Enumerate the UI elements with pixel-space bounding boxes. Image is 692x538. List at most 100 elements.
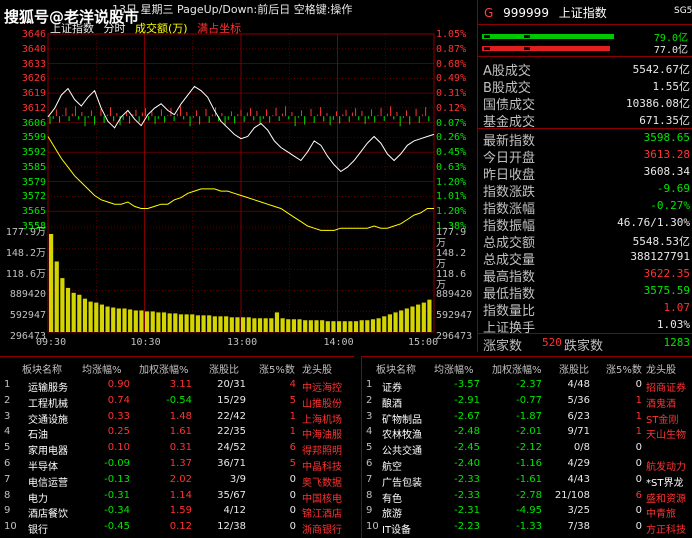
- avg-change[interactable]: -3.57: [436, 379, 480, 390]
- weighted-change[interactable]: -1.33: [498, 521, 542, 532]
- weighted-change[interactable]: 1.37: [148, 458, 192, 469]
- weighted-change[interactable]: -1.87: [498, 411, 542, 422]
- row-number[interactable]: 10: [4, 521, 17, 532]
- avg-change[interactable]: -2.48: [436, 426, 480, 437]
- avg-change[interactable]: -2.67: [436, 411, 480, 422]
- weighted-change[interactable]: 0.12: [148, 521, 192, 532]
- weighted-change[interactable]: 1.48: [148, 411, 192, 422]
- weighted-change[interactable]: -2.12: [498, 442, 542, 453]
- limit-up-count[interactable]: 0: [252, 505, 296, 516]
- weighted-change[interactable]: -4.95: [498, 505, 542, 516]
- up-ratio[interactable]: 22/35: [202, 426, 246, 437]
- limit-up-count[interactable]: 5: [252, 395, 296, 406]
- row-number[interactable]: 10: [366, 521, 379, 532]
- sector-name[interactable]: 运输服务: [28, 379, 68, 394]
- up-ratio[interactable]: 4/43: [546, 474, 590, 485]
- column-header[interactable]: 均涨幅%: [82, 361, 122, 376]
- leader-stock[interactable]: 航发动力: [646, 458, 686, 473]
- leader-stock[interactable]: 锦江酒店: [302, 505, 342, 520]
- intraday-chart[interactable]: [0, 0, 474, 352]
- up-ratio[interactable]: 7/38: [546, 521, 590, 532]
- avg-change[interactable]: -2.33: [436, 490, 480, 501]
- leader-stock[interactable]: 方正科技: [646, 521, 686, 536]
- up-ratio[interactable]: 24/52: [202, 442, 246, 453]
- avg-change[interactable]: -2.33: [436, 474, 480, 485]
- column-header[interactable]: 龙头股: [302, 361, 332, 376]
- avg-change[interactable]: -2.91: [436, 395, 480, 406]
- sector-name[interactable]: IT设备: [382, 521, 411, 536]
- sector-name[interactable]: 旅游: [382, 505, 402, 520]
- column-header[interactable]: 龙头股: [646, 361, 676, 376]
- leader-stock[interactable]: 得邦照明: [302, 442, 342, 457]
- up-ratio[interactable]: 15/29: [202, 395, 246, 406]
- avg-change[interactable]: 0.90: [86, 379, 130, 390]
- limit-up-count[interactable]: 6: [252, 442, 296, 453]
- avg-change[interactable]: -0.45: [86, 521, 130, 532]
- weighted-change[interactable]: -1.61: [498, 474, 542, 485]
- row-number[interactable]: 2: [366, 395, 372, 406]
- sector-name[interactable]: 证券: [382, 379, 402, 394]
- avg-change[interactable]: -2.45: [436, 442, 480, 453]
- sector-name[interactable]: 石油: [28, 426, 48, 441]
- limit-up-count[interactable]: 0: [598, 379, 642, 390]
- column-header[interactable]: 涨股比: [559, 361, 589, 376]
- weighted-change[interactable]: 1.14: [148, 490, 192, 501]
- weighted-change[interactable]: -1.16: [498, 458, 542, 469]
- sector-name[interactable]: 农林牧渔: [382, 426, 422, 441]
- row-number[interactable]: 3: [4, 411, 10, 422]
- row-number[interactable]: 6: [4, 458, 10, 469]
- avg-change[interactable]: -0.09: [86, 458, 130, 469]
- row-number[interactable]: 9: [366, 505, 372, 516]
- sector-name[interactable]: 电力: [28, 490, 48, 505]
- limit-up-count[interactable]: 0: [252, 490, 296, 501]
- sector-name[interactable]: 半导体: [28, 458, 58, 473]
- weighted-change[interactable]: 3.11: [148, 379, 192, 390]
- up-ratio[interactable]: 20/31: [202, 379, 246, 390]
- avg-change[interactable]: -0.13: [86, 474, 130, 485]
- sector-name[interactable]: 酿酒: [382, 395, 402, 410]
- sector-name[interactable]: 银行: [28, 521, 48, 536]
- limit-up-count[interactable]: 0: [598, 505, 642, 516]
- weighted-change[interactable]: 0.31: [148, 442, 192, 453]
- sector-name[interactable]: 矿物制品: [382, 411, 422, 426]
- up-ratio[interactable]: 0/8: [546, 442, 590, 453]
- up-ratio[interactable]: 12/38: [202, 521, 246, 532]
- avg-change[interactable]: -0.34: [86, 505, 130, 516]
- avg-change[interactable]: -0.31: [86, 490, 130, 501]
- up-ratio[interactable]: 4/48: [546, 379, 590, 390]
- row-number[interactable]: 8: [366, 490, 372, 501]
- sector-name[interactable]: 电信运营: [28, 474, 68, 489]
- avg-change[interactable]: 0.74: [86, 395, 130, 406]
- column-header[interactable]: 加权涨幅%: [492, 361, 542, 376]
- leader-stock[interactable]: 浙商银行: [302, 521, 342, 536]
- weighted-change[interactable]: -0.54: [148, 395, 192, 406]
- avg-change[interactable]: 0.33: [86, 411, 130, 422]
- sector-table-gainers[interactable]: 板块名称 均涨幅% 加权涨幅% 涨股比 涨5%数 龙头股 1 运输服务 0.90 3.11 20/3…: [0, 356, 354, 538]
- limit-up-count[interactable]: 0: [252, 474, 296, 485]
- up-ratio[interactable]: 35/67: [202, 490, 246, 501]
- avg-change[interactable]: 0.25: [86, 426, 130, 437]
- limit-up-count[interactable]: 1: [252, 411, 296, 422]
- leader-stock[interactable]: 中国核电: [302, 490, 342, 505]
- column-header[interactable]: 涨5%数: [606, 361, 642, 376]
- weighted-change[interactable]: 1.59: [148, 505, 192, 516]
- column-header[interactable]: 涨股比: [209, 361, 239, 376]
- limit-up-count[interactable]: 0: [598, 442, 642, 453]
- leader-stock[interactable]: 奥飞数据: [302, 474, 342, 489]
- up-ratio[interactable]: 4/12: [202, 505, 246, 516]
- leader-stock[interactable]: 天山生物: [646, 426, 686, 441]
- row-number[interactable]: 1: [4, 379, 10, 390]
- avg-change[interactable]: -2.23: [436, 521, 480, 532]
- row-number[interactable]: 2: [4, 395, 10, 406]
- limit-up-count[interactable]: 1: [252, 426, 296, 437]
- limit-up-count[interactable]: 1: [598, 395, 642, 406]
- sector-name[interactable]: 公共交通: [382, 442, 422, 457]
- row-number[interactable]: 5: [366, 442, 372, 453]
- leader-stock[interactable]: 中青旅: [646, 505, 676, 520]
- limit-up-count[interactable]: 5: [252, 458, 296, 469]
- leader-stock[interactable]: 招商证券: [646, 379, 686, 394]
- weighted-change[interactable]: -2.37: [498, 379, 542, 390]
- leader-stock[interactable]: 上海机场: [302, 411, 342, 426]
- up-ratio[interactable]: 4/29: [546, 458, 590, 469]
- limit-up-count[interactable]: 4: [252, 379, 296, 390]
